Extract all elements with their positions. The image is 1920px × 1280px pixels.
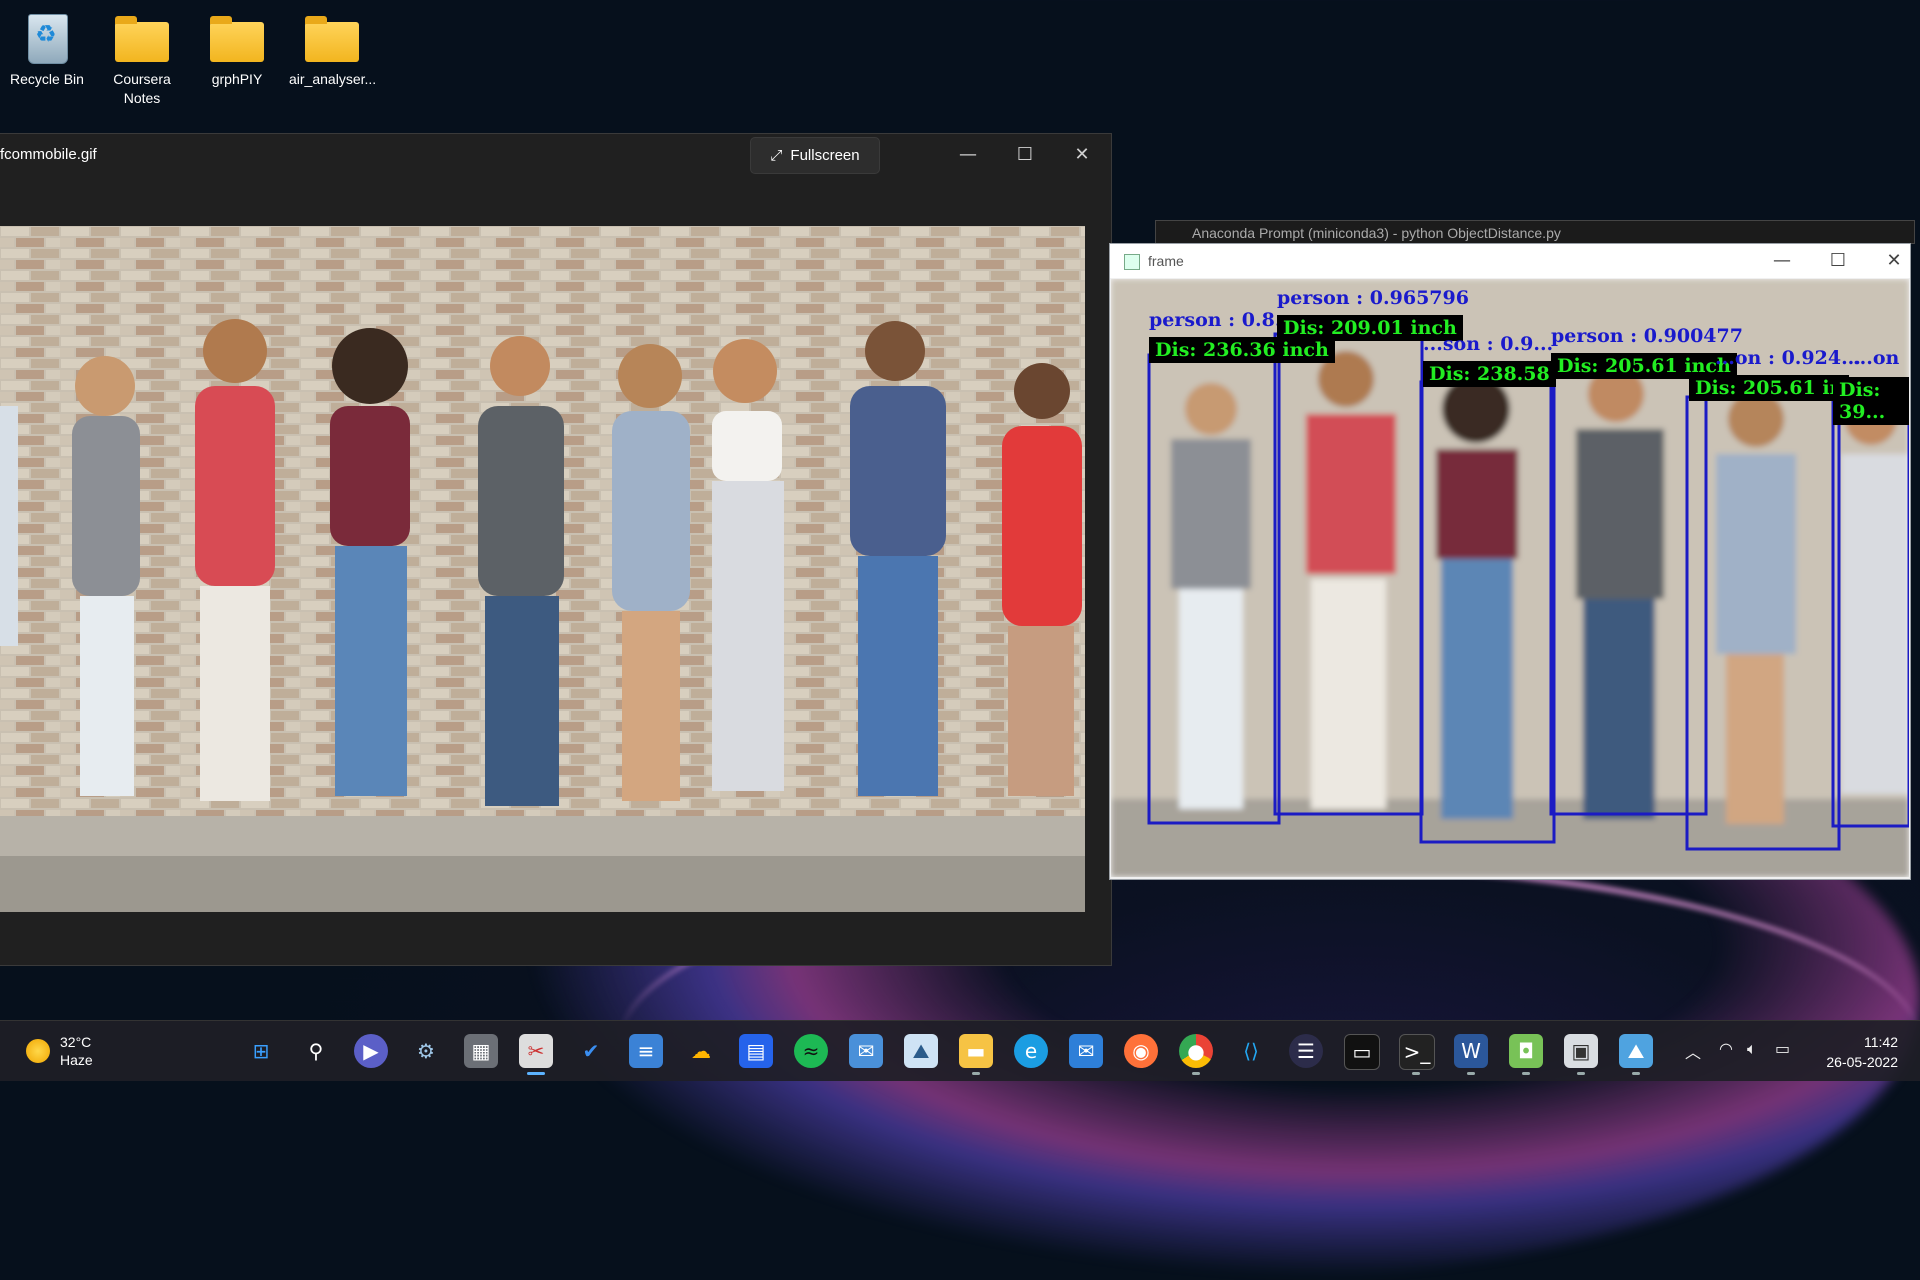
desktop-icon-coursera-notes[interactable]: Coursera Notes [99,6,185,108]
start-windows-icon[interactable]: ⊞ [244,1034,278,1068]
android-icon[interactable]: ◘ [1509,1034,1543,1068]
desktop-icon-label: Recycle Bin [10,71,84,87]
notepad-icon[interactable]: ≡ [629,1034,663,1068]
running-indicator [972,1072,980,1075]
calculator-icon[interactable]: ▦ [464,1034,498,1068]
folder-icon [209,10,265,66]
desktop-icon-recycle-bin[interactable]: Recycle Bin [4,6,90,89]
search-icon[interactable]: ⚲ [299,1034,333,1068]
running-indicator [1412,1072,1420,1075]
photo-viewer-window: fcommobile.gif ⤢ Fullscreen — ☐ ✕ [0,133,1112,966]
command-prompt-icon[interactable]: ▭ [1344,1034,1380,1070]
photo-viewer-icon[interactable]: ⛰ [1619,1034,1653,1068]
detection-label: ...son : 0.9... [1423,333,1554,355]
weather-app-icon[interactable]: ☁ [684,1034,718,1068]
show-hidden-icons-chevron-icon[interactable]: ︿ [1685,1039,1701,1063]
mail-icon[interactable]: ✉ [1069,1034,1103,1068]
active-indicator [527,1072,545,1075]
battery-icon[interactable]: ▭ [1775,1039,1790,1058]
minimize-button[interactable]: — [948,140,988,170]
anaconda-title: Anaconda Prompt (miniconda3) - python Ob… [1192,225,1561,241]
anaconda-prompt-window[interactable]: Anaconda Prompt (miniconda3) - python Ob… [1155,220,1915,244]
detection-label: ...on : 0.924... [1715,347,1861,369]
fullscreen-label: Fullscreen [790,147,860,164]
detection-label: person : 0.965796 [1277,287,1469,309]
maximize-button[interactable]: ☐ [1005,140,1045,170]
running-indicator [1467,1072,1475,1075]
running-indicator [1632,1072,1640,1075]
running-indicator [1522,1072,1530,1075]
desktop-icon-air-analyser[interactable]: air_analyser... [289,6,377,89]
detection-label: ...on [1853,347,1900,369]
photos-icon[interactable]: ⛰ [904,1034,938,1068]
running-indicator [1577,1072,1585,1075]
settings-gear-icon[interactable]: ⚙ [409,1034,443,1068]
edge-browser-icon[interactable]: e [1014,1034,1048,1068]
detection-label: person : 0.900477 [1551,325,1743,347]
desktop-icon-label: Coursera Notes [113,71,171,106]
wifi-icon[interactable]: ◠ [1719,1039,1733,1058]
vscode-icon[interactable]: ⟨⟩ [1234,1034,1268,1068]
outlook-icon[interactable]: ✉ [849,1034,883,1068]
weather-desc: Haze [60,1052,93,1068]
maximize-button[interactable]: ☐ [1818,246,1858,276]
detection-distance: Dis: 238.58 [1423,361,1556,387]
close-button[interactable]: ✕ [1874,246,1910,276]
clock[interactable]: 11:42 26-05-2022 [1826,1032,1898,1072]
clock-date: 26-05-2022 [1826,1054,1898,1070]
detection-distance: Dis: 205.61 in [1689,375,1850,401]
firefox-icon[interactable]: ◉ [1124,1034,1158,1068]
desktop-icon-grphpiy[interactable]: grphPIY [194,6,280,89]
folder-icon [114,10,170,66]
spotify-icon[interactable]: ≈ [794,1034,828,1068]
clock-time: 11:42 [1864,1034,1898,1050]
photo-image [0,226,1085,912]
desktop-icon-label: grphPIY [211,71,263,87]
folder-icon [304,10,360,66]
snipping-tool-icon[interactable]: ✂ [519,1034,553,1068]
teams-chat-icon[interactable]: ▶ [354,1034,388,1068]
frame-window-icon[interactable]: ▣ [1564,1034,1598,1068]
frame-title: frame [1148,253,1184,269]
frame-window: frame — ☐ ✕ person: 0.8... Dis: 236.36 … [1109,243,1911,880]
viewer-title: fcommobile.gif [0,146,97,163]
terminal-icon[interactable]: >_ [1399,1034,1435,1070]
weather-sun-icon [26,1039,50,1063]
desktop-icon-label: air_analyser... [289,71,377,87]
recycle-bin-icon [19,10,75,66]
file-explorer-icon[interactable]: ▬ [959,1034,993,1068]
running-indicator [1192,1072,1200,1075]
app-icon [1124,254,1140,270]
volume-icon[interactable]: 🔈︎ [1747,1039,1757,1059]
eclipse-icon[interactable]: ☰ [1289,1034,1323,1068]
expand-icon: ⤢ [770,147,783,164]
taskbar: 32°C Haze ⊞ ⚲ ▶ ⚙ ▦ ✂ ✔ ≡ ☁ ▤ ≈ ✉ ⛰ ▬ e … [0,1020,1920,1081]
frame-titlebar[interactable]: frame — ☐ ✕ [1110,244,1910,278]
detection-label: person : 0.8... [1149,309,1295,331]
detection-frame: person : 0.8... Dis: 236.36 inch person … [1111,279,1909,877]
minimize-button[interactable]: — [1762,246,1802,276]
calendar-icon[interactable]: ▤ [739,1034,773,1068]
viewer-titlebar[interactable]: fcommobile.gif ⤢ Fullscreen — ☐ ✕ [0,134,1111,178]
weather-widget[interactable]: 32°C Haze [26,1033,93,1069]
todo-check-icon[interactable]: ✔ [574,1034,608,1068]
word-icon[interactable]: W [1454,1034,1488,1068]
chrome-icon[interactable]: ● [1179,1034,1213,1068]
close-button[interactable]: ✕ [1062,140,1102,170]
fullscreen-button[interactable]: ⤢ Fullscreen [750,137,880,174]
detection-distance: Dis: 39... [1833,377,1909,425]
weather-temp: 32°C [60,1034,92,1050]
